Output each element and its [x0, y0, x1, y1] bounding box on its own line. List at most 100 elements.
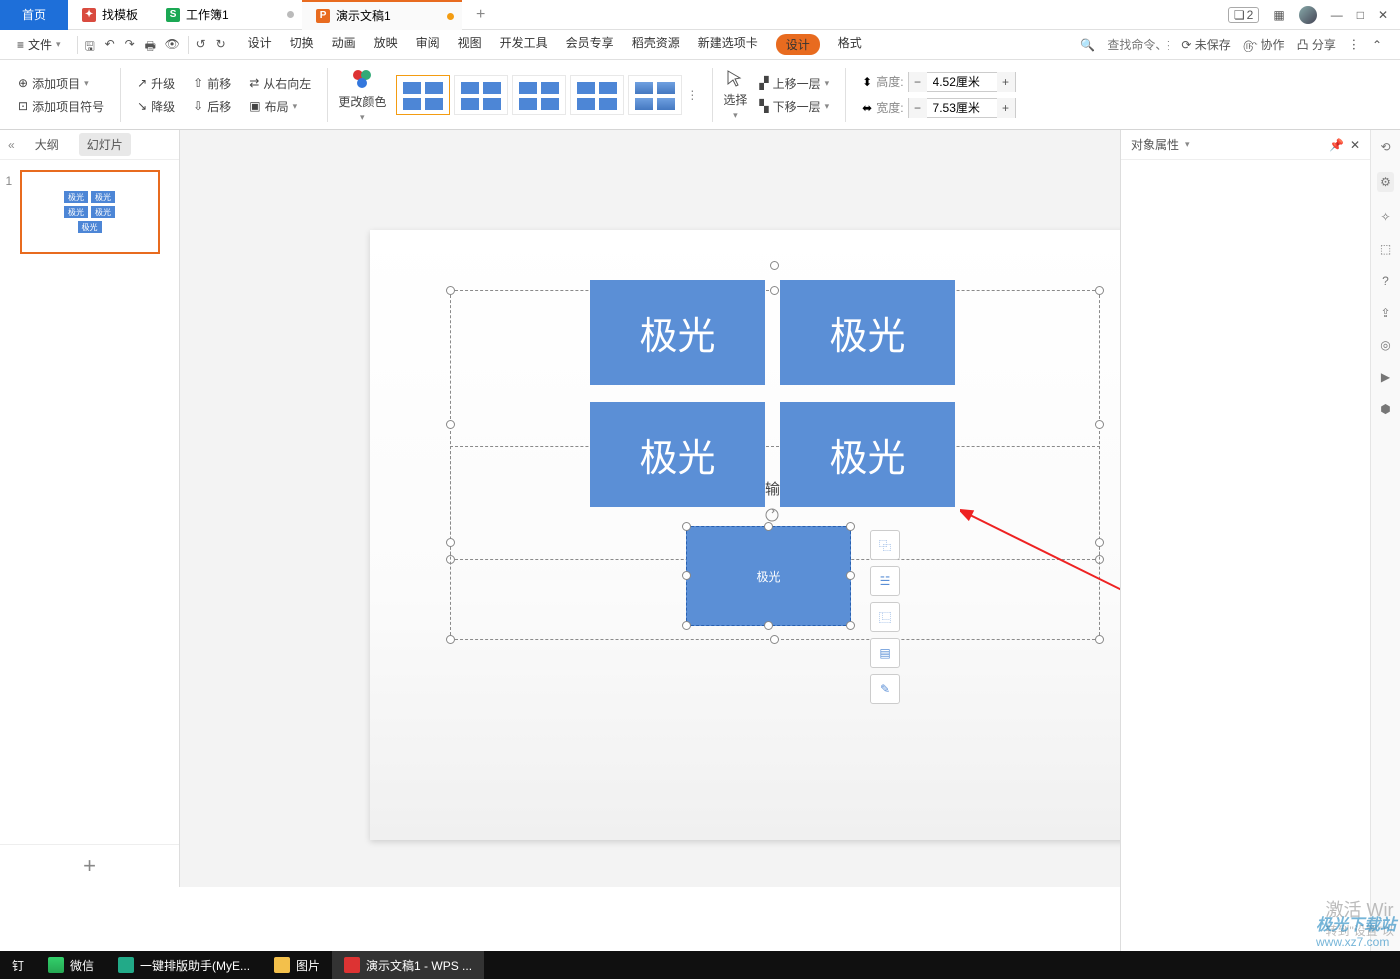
search-input[interactable]	[1107, 38, 1169, 52]
rail-screen-icon[interactable]: ⬚	[1380, 242, 1391, 256]
rail-new-icon[interactable]: ⟲	[1380, 140, 1390, 154]
select-button[interactable]: 选择▾	[723, 69, 747, 121]
style-5[interactable]	[628, 75, 682, 115]
file-menu[interactable]: ≡ 文件 ▾	[8, 32, 70, 57]
minimize-icon[interactable]: —	[1331, 8, 1343, 22]
menu-view[interactable]: 视图	[458, 34, 482, 55]
rail-loc-icon[interactable]: ◎	[1380, 338, 1390, 352]
layout-button[interactable]: ▣ 布局 ▾	[249, 98, 311, 115]
task-wps[interactable]: 演示文稿1 - WPS ...	[332, 951, 484, 979]
shape-2[interactable]: 极光	[780, 280, 955, 385]
rail-share-icon[interactable]: ⇪	[1380, 306, 1390, 320]
task-pictures[interactable]: 图片	[262, 951, 332, 979]
width-input[interactable]	[927, 101, 997, 115]
tab-home[interactable]: 首页	[0, 0, 68, 30]
menu-slideshow[interactable]: 放映	[374, 34, 398, 55]
coop-button[interactable]: ௹ 协作	[1243, 36, 1285, 54]
tab-add[interactable]: +	[462, 0, 492, 30]
rotate-handle-icon[interactable]	[765, 508, 779, 522]
rail-play-icon[interactable]: ▶	[1381, 370, 1390, 384]
slide-thumb-1[interactable]: 1 极光极光 极光极光 极光	[20, 170, 160, 254]
menu-review[interactable]: 审阅	[416, 34, 440, 55]
add-symbol-button[interactable]: ⊡ 添加项目符号	[18, 98, 104, 115]
task-wechat[interactable]: 微信	[36, 951, 106, 979]
style-4[interactable]	[570, 75, 624, 115]
rail-star-icon[interactable]: ✧	[1380, 210, 1390, 224]
tab-templates[interactable]: ✦找模板	[68, 0, 152, 30]
rail-settings-icon[interactable]: ⚙	[1377, 172, 1394, 192]
share-button[interactable]: 凸 分享	[1297, 36, 1336, 53]
style-1[interactable]	[396, 75, 450, 115]
forward-icon[interactable]: ↻	[216, 37, 232, 53]
close-icon[interactable]: ✕	[1378, 8, 1388, 22]
promote-button[interactable]: ↗ 升级	[137, 75, 175, 92]
menu-design-pill[interactable]: 设计	[776, 34, 820, 55]
menu-design[interactable]: 设计	[248, 34, 272, 55]
shape-1[interactable]: 极光	[590, 280, 765, 385]
layout-option-3[interactable]: ⿺	[870, 602, 900, 632]
menu-devtools[interactable]: 开发工具	[500, 34, 548, 55]
undo-icon[interactable]: ↶	[105, 37, 121, 53]
menu-transition[interactable]: 切换	[290, 34, 314, 55]
slide-panel: « 大纲 幻灯片 1 极光极光 极光极光 极光 +	[0, 130, 180, 887]
tab-presentation[interactable]: P演示文稿1	[302, 0, 462, 30]
collapse-panel-icon[interactable]: «	[8, 138, 15, 152]
outline-tab[interactable]: 大纲	[27, 133, 67, 156]
rtl-button[interactable]: ⇄ 从右向左	[249, 75, 311, 92]
properties-panel: 对象属性▾ 📌 ✕	[1120, 130, 1370, 955]
menu-resources[interactable]: 稻壳资源	[632, 34, 680, 55]
spreadsheet-icon: S	[166, 8, 180, 22]
layout-option-4[interactable]: ▤	[870, 638, 900, 668]
task-pin[interactable]: 钉	[0, 951, 36, 979]
close-panel-icon[interactable]: ✕	[1350, 138, 1360, 152]
demote-button[interactable]: ↘ 降级	[137, 98, 175, 115]
rail-help-icon[interactable]: ?	[1382, 274, 1389, 288]
change-color-button[interactable]: 更改颜色▾	[338, 67, 386, 123]
window-badge[interactable]: ❏2	[1228, 7, 1259, 23]
save-icon[interactable]: 🖫	[85, 37, 101, 53]
menu-newtab[interactable]: 新建选项卡	[698, 34, 758, 55]
slide[interactable]: 极光 极光 极光 极光 极光 输 ⿻ ☱ ⿺ ▤ ✎	[370, 230, 1180, 840]
apps-icon[interactable]: ▦	[1273, 8, 1284, 22]
unsaved-button[interactable]: ⟳ 未保存	[1181, 36, 1230, 53]
bring-forward-button[interactable]: ▞ 上移一层 ▾	[759, 75, 829, 92]
shape-3[interactable]: 极光	[590, 402, 765, 507]
menu-vip[interactable]: 会员专享	[566, 34, 614, 55]
send-backward-button[interactable]: ▚ 下移一层 ▾	[759, 98, 829, 115]
menu-animation[interactable]: 动画	[332, 34, 356, 55]
layout-option-2[interactable]: ☱	[870, 566, 900, 596]
redo-icon[interactable]: ↷	[125, 37, 141, 53]
print-icon[interactable]: 🖶	[145, 37, 161, 53]
height-dec[interactable]: −	[909, 72, 927, 92]
height-inc[interactable]: +	[997, 72, 1015, 92]
width-inc[interactable]: +	[997, 98, 1015, 118]
slides-tab[interactable]: 幻灯片	[79, 133, 131, 156]
tab-workbook[interactable]: S工作簿1	[152, 0, 302, 30]
task-myeclipse[interactable]: 一键排版助手(MyE...	[106, 951, 262, 979]
gallery-more-icon[interactable]: ⋮	[686, 88, 698, 102]
preview-icon[interactable]: 👁	[165, 37, 181, 53]
width-dec[interactable]: −	[909, 98, 927, 118]
add-item-button[interactable]: ⊕ 添加项目 ▾	[18, 75, 104, 92]
add-slide-button[interactable]: +	[0, 844, 179, 887]
eyedropper-button[interactable]: ✎	[870, 674, 900, 704]
rail-cube-icon[interactable]: ⬢	[1380, 402, 1390, 416]
layout-option-1[interactable]: ⿻	[870, 530, 900, 560]
site-watermark: 极光下载站 www.xz7.com	[1316, 911, 1396, 949]
style-3[interactable]	[512, 75, 566, 115]
dot-icon	[287, 11, 294, 18]
height-input[interactable]	[927, 75, 997, 89]
style-2[interactable]	[454, 75, 508, 115]
pin-icon[interactable]: 📌	[1329, 138, 1344, 152]
shape-4[interactable]: 极光	[780, 402, 955, 507]
avatar[interactable]	[1299, 6, 1317, 24]
maximize-icon[interactable]: □	[1357, 8, 1364, 22]
search-icon[interactable]: 🔍	[1080, 38, 1095, 52]
menu-format[interactable]: 格式	[838, 34, 862, 55]
move-before-button[interactable]: ⇧ 前移	[193, 75, 231, 92]
back-icon[interactable]: ↺	[196, 37, 212, 53]
collapse-ribbon-icon[interactable]: ⌃	[1372, 38, 1382, 52]
menu-more-icon[interactable]: ︙	[1348, 36, 1360, 53]
move-after-button[interactable]: ⇩ 后移	[193, 98, 231, 115]
shape-5-selected[interactable]: 极光	[686, 526, 851, 626]
